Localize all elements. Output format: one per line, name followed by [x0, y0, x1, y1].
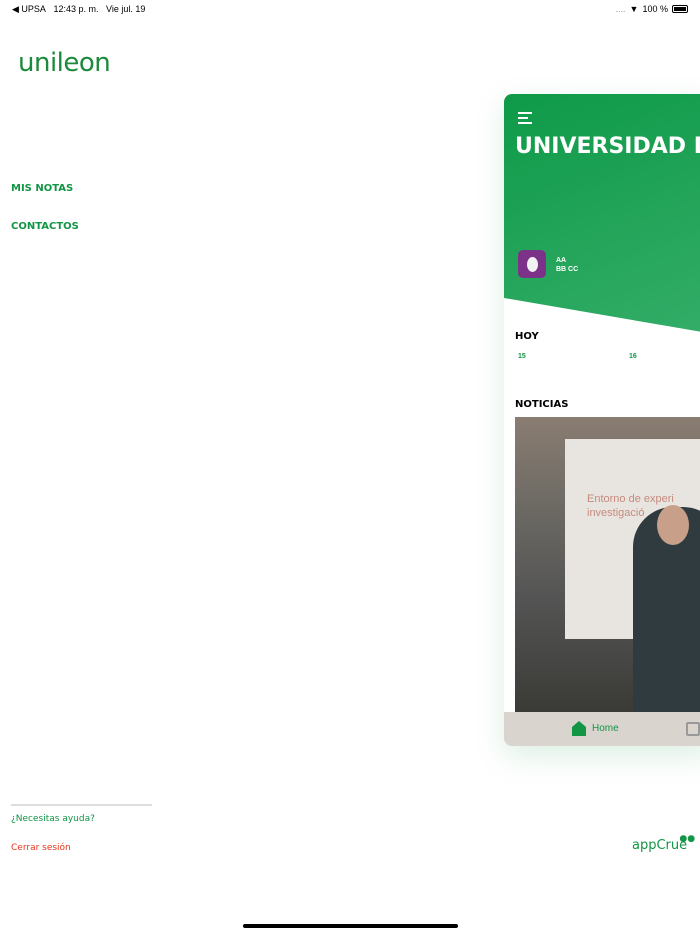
user-name-line2: BB CC	[556, 266, 579, 273]
help-link[interactable]: ¿Necesitas ayuda?	[11, 814, 95, 824]
calendar-day[interactable]: 16	[629, 353, 637, 360]
news-heading: NOTICIAS	[515, 399, 569, 410]
battery-icon	[672, 5, 688, 13]
appcrue-logo: appCrue ●●	[632, 834, 695, 853]
menu-item-contactos[interactable]: CONTACTOS	[11, 221, 79, 232]
status-right: .... ▼ 100 %	[616, 4, 688, 14]
menu-item-mis-notas[interactable]: MIS NOTAS	[11, 183, 73, 194]
hamburger-menu-icon[interactable]	[518, 112, 532, 127]
home-icon	[572, 721, 586, 736]
tab-home-label: Home	[592, 723, 619, 734]
divider	[11, 804, 152, 806]
status-time: 12:43 p. m.	[53, 4, 99, 14]
unileon-logo: unileon	[18, 48, 111, 78]
tab-home[interactable]: Home	[572, 721, 619, 736]
battery-percent: 100 %	[642, 4, 668, 14]
appcrue-mark-icon: ●●	[679, 834, 696, 844]
signal-icon: ....	[615, 4, 626, 14]
calendar-day[interactable]: 15	[518, 353, 526, 360]
presenter	[633, 505, 700, 713]
user-name: AA BB CC	[556, 256, 578, 274]
status-date: Vie jul. 19	[106, 4, 146, 14]
home-indicator[interactable]	[243, 924, 458, 928]
university-title: UNIVERSIDAD DE	[515, 134, 700, 159]
wifi-icon: ▼	[629, 4, 639, 14]
logout-link[interactable]: Cerrar sesión	[11, 843, 71, 853]
today-heading: HOY	[515, 331, 539, 342]
hero-banner	[504, 94, 700, 334]
back-to-app-link[interactable]: ◀ UPSA	[12, 4, 46, 14]
status-bar: ◀ UPSA 12:43 p. m. Vie jul. 19 .... ▼ 10…	[0, 0, 700, 18]
avatar[interactable]	[518, 250, 546, 278]
user-name-line1: AA	[556, 257, 567, 264]
calendar-tab-icon[interactable]	[686, 722, 700, 736]
news-image[interactable]: Entorno de experi investigació	[515, 417, 700, 713]
status-left: ◀ UPSA 12:43 p. m. Vie jul. 19	[12, 4, 145, 15]
tab-bar: Home	[504, 712, 700, 746]
main-screen-preview[interactable]: UNIVERSIDAD DE AA BB CC HOY 15 16 NOTICI…	[504, 94, 700, 746]
